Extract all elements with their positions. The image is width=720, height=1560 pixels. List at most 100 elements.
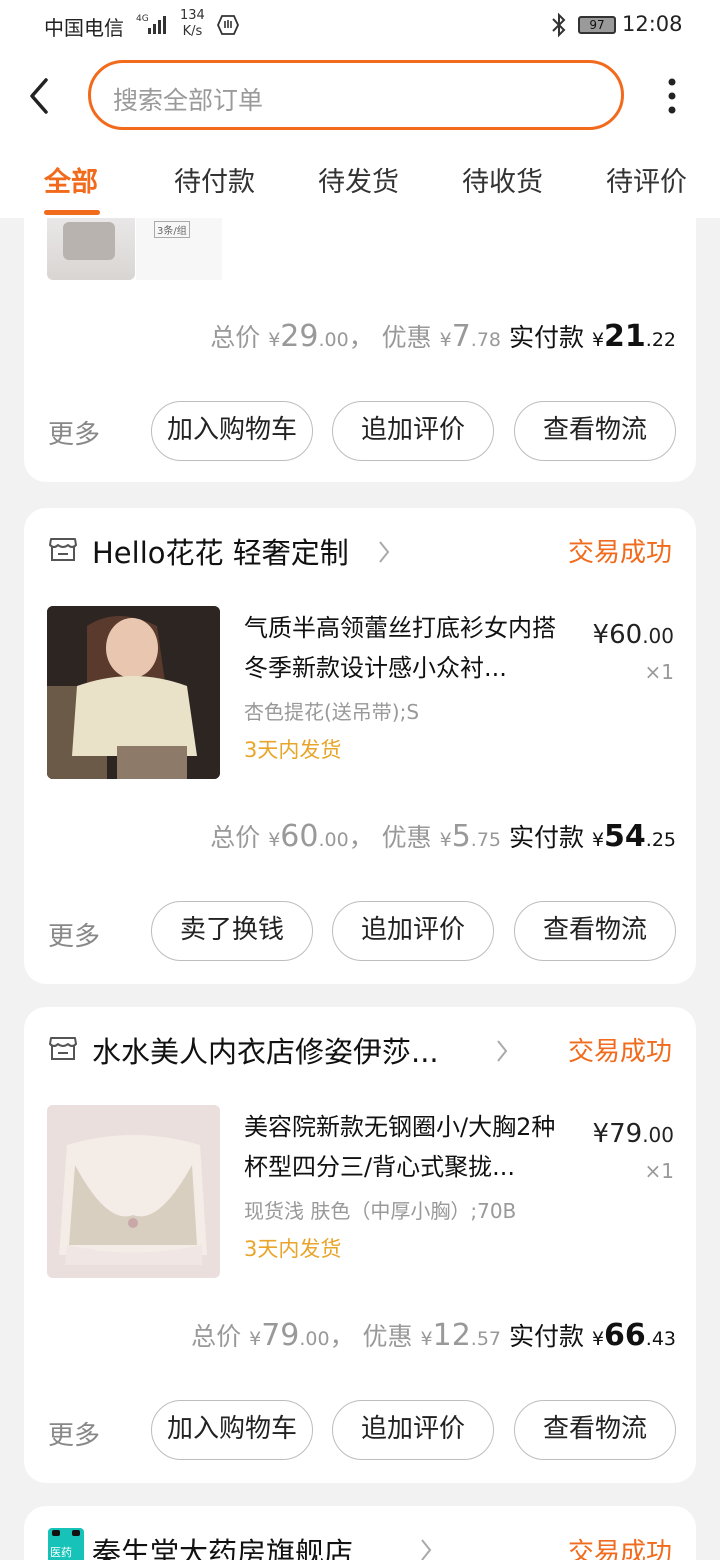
chevron-right-icon [421, 1539, 432, 1560]
shop-name[interactable]: 秦生堂大药房旗舰店 [92, 1530, 353, 1560]
currency-symbol: ¥ [591, 829, 605, 851]
tab-pending-review[interactable]: 待评价 [606, 160, 687, 199]
order-card: 水水美人内衣店修姿伊莎... 交易成功 美容院新款无钢圈小/大胸2种杯型四分三/… [24, 1007, 696, 1483]
paid-amount: 实付款 ¥66.43 [508, 1318, 676, 1353]
product-image [47, 606, 220, 779]
order-summary: 总价 ¥79.00， 优惠 ¥12.57 实付款 ¥66.43 [191, 1318, 676, 1353]
currency-symbol: ¥ [591, 329, 605, 351]
order-card: 3条/组 总价 ¥29.00， 优惠 ¥7.78 实付款 ¥21.22 更多 加… [24, 218, 696, 482]
discount-label: 优惠 [381, 823, 432, 852]
view-logistics-button[interactable]: 查看物流 [514, 1400, 676, 1460]
more-link[interactable]: 更多 [48, 414, 100, 451]
discount-int: 7 [451, 319, 471, 354]
logo-ear-right [72, 1530, 80, 1536]
product-title[interactable]: 气质半高领蕾丝打底衫女内搭冬季新款设计感小众衬... [244, 608, 574, 688]
total-dec: .00 [318, 329, 349, 351]
active-tab-indicator [44, 210, 100, 215]
paid-dec: .43 [645, 1328, 676, 1350]
network-type-label: 4G [136, 14, 149, 24]
paid-int: 21 [604, 319, 646, 354]
discount-dec: .57 [470, 1328, 502, 1350]
discount-label: 优惠 [381, 323, 432, 352]
search-input[interactable]: 搜索全部订单 [88, 60, 624, 130]
order-status: 交易成功 [567, 1538, 672, 1560]
order-status: 交易成功 [567, 538, 672, 568]
network-speed: 134 K/s [180, 8, 205, 40]
order-card: Hello花花 轻奢定制 交易成功 气质半高领蕾丝打底衫女内搭冬季新款设计感小众… [24, 508, 696, 984]
paid-amount: 实付款 ¥21.22 [508, 319, 676, 354]
paid-dec: .22 [645, 329, 676, 351]
product-image-shape [63, 222, 115, 260]
discount-label: 优惠 [362, 1322, 413, 1351]
add-to-cart-button[interactable]: 加入购物车 [151, 401, 313, 461]
total-label: 总价 [191, 1322, 242, 1351]
shop-name[interactable]: 水水美人内衣店修姿伊莎... [92, 1029, 439, 1071]
product-thumbnail[interactable] [47, 606, 220, 779]
currency-symbol: ¥ [268, 829, 281, 851]
shipping-note: 3天内发货 [244, 738, 342, 762]
product-thumbnail[interactable] [47, 218, 135, 280]
thumb-tag: 3条/组 [154, 221, 190, 238]
logo-text: 医药 [50, 1546, 72, 1559]
product-thumbnail-extension: 3条/组 [136, 218, 222, 280]
total-label: 总价 [210, 823, 261, 852]
resell-button[interactable]: 卖了换钱 [151, 901, 313, 961]
more-menu-icon[interactable] [660, 74, 684, 118]
total-dec: .00 [318, 829, 349, 851]
item-price-dec: .00 [642, 624, 674, 648]
tmall-pharmacy-logo: 医药 [48, 1528, 84, 1560]
product-sku: 杏色提花(送吊带);S [244, 700, 420, 724]
currency-symbol: ¥ [439, 329, 452, 351]
status-bar: 中国电信 4G 134 K/s 97 12:08 [0, 0, 720, 52]
currency-symbol: ¥ [439, 829, 452, 851]
product-thumbnail[interactable] [47, 1105, 220, 1278]
tab-all[interactable]: 全部 [44, 160, 98, 199]
total-label: 总价 [210, 323, 261, 352]
search-placeholder: 搜索全部订单 [113, 86, 264, 115]
bluetooth-icon [552, 12, 566, 38]
header: 搜索全部订单 全部 待付款 待发货 待收货 待评价 [0, 52, 720, 218]
product-image [47, 1105, 220, 1278]
total-int: 79 [261, 1318, 300, 1353]
back-arrow-icon[interactable] [24, 74, 56, 118]
paid-int: 66 [604, 1318, 646, 1353]
paid-label: 实付款 [508, 1322, 584, 1351]
order-card: 医药 秦生堂大药房旗舰店 交易成功 [24, 1506, 696, 1560]
more-link[interactable]: 更多 [48, 916, 100, 953]
view-logistics-button[interactable]: 查看物流 [514, 401, 676, 461]
total-int: 60 [280, 819, 319, 854]
item-price-int: ¥79 [592, 1119, 643, 1149]
currency-symbol: ¥ [268, 329, 281, 351]
more-link[interactable]: 更多 [48, 1415, 100, 1452]
paid-label: 实付款 [508, 823, 584, 852]
speed-value: 134 [180, 8, 205, 23]
signal-icon: 4G [136, 14, 166, 34]
item-price: ¥60.00 [593, 620, 674, 650]
add-to-cart-button[interactable]: 加入购物车 [151, 1400, 313, 1460]
paid-int: 54 [604, 819, 646, 854]
tab-pending-receipt[interactable]: 待收货 [462, 160, 543, 199]
view-logistics-button[interactable]: 查看物流 [514, 901, 676, 961]
shop-name[interactable]: Hello花花 轻奢定制 [92, 530, 349, 572]
chevron-right-icon [497, 1040, 508, 1062]
chevron-right-icon [379, 541, 390, 563]
item-price-int: ¥60 [592, 620, 643, 650]
item-price: ¥79.00 [593, 1119, 674, 1149]
paid-label: 实付款 [508, 323, 584, 352]
tab-pending-payment[interactable]: 待付款 [174, 160, 255, 199]
order-tabs: 全部 待付款 待发货 待收货 待评价 [0, 152, 720, 218]
add-review-button[interactable]: 追加评价 [332, 1400, 494, 1460]
shop-icon [49, 538, 77, 561]
order-status: 交易成功 [567, 1037, 672, 1067]
carrier-label: 中国电信 [44, 16, 124, 40]
tab-pending-shipment[interactable]: 待发货 [318, 160, 399, 199]
order-summary: 总价 ¥29.00， 优惠 ¥7.78 实付款 ¥21.22 [210, 319, 676, 354]
add-review-button[interactable]: 追加评价 [332, 901, 494, 961]
clock: 12:08 [622, 12, 683, 36]
product-sku: 现货浅 肤色（中厚小胸）;70B [244, 1199, 517, 1223]
item-price-dec: .00 [642, 1123, 674, 1147]
add-review-button[interactable]: 追加评价 [332, 401, 494, 461]
order-summary: 总价 ¥60.00， 优惠 ¥5.75 实付款 ¥54.25 [210, 819, 676, 854]
product-title[interactable]: 美容院新款无钢圈小/大胸2种杯型四分三/背心式聚拢... [244, 1107, 574, 1187]
total-int: 29 [280, 319, 319, 354]
